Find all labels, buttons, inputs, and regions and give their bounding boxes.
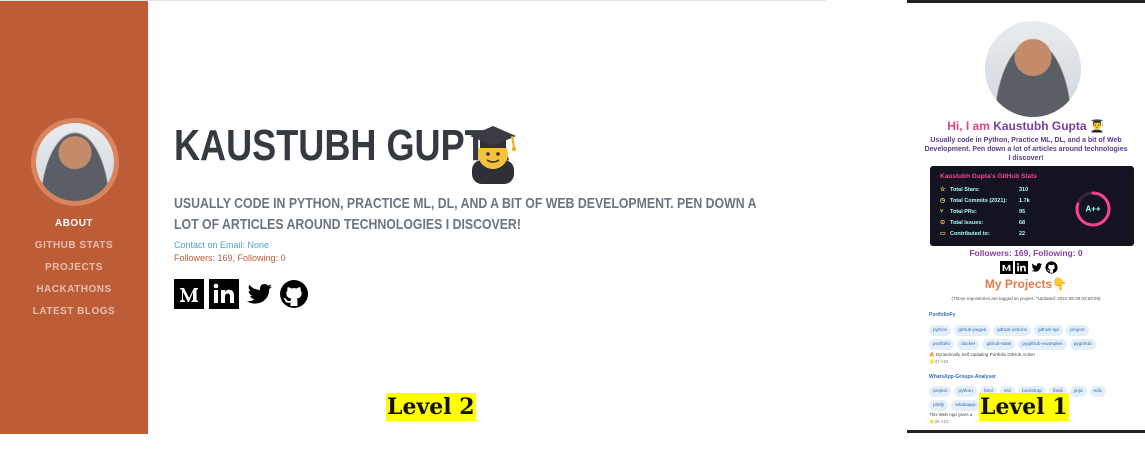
- pointing-down-icon: 👇: [1052, 277, 1068, 291]
- stat-row: ☆ Total Stars: 310: [940, 187, 1060, 196]
- followers-text: Followers: 169, Following: 0: [174, 253, 286, 263]
- medium-icon[interactable]: [174, 279, 204, 309]
- nav-latest-blogs[interactable]: Latest Blogs: [0, 305, 148, 327]
- nav-hackathons[interactable]: Hackathons: [0, 283, 148, 305]
- project-title[interactable]: PortfolioFy: [929, 312, 955, 318]
- github-icon[interactable]: [279, 279, 309, 309]
- topic-tag[interactable]: python: [929, 325, 952, 336]
- issue-icon: ⊙: [940, 220, 946, 226]
- topic-tag[interactable]: github-api: [1034, 325, 1064, 336]
- medium-icon[interactable]: [1000, 261, 1013, 274]
- stat-label: Total Stars:: [950, 187, 980, 193]
- social-links: [1000, 261, 1058, 274]
- topic-tag[interactable]: jinja: [1069, 386, 1087, 397]
- profile-avatar: [31, 118, 119, 206]
- stat-row: ▭ Contributed to: 22: [940, 231, 1060, 240]
- project-description: This Web App gives a: [929, 412, 973, 417]
- bio-lead: Usually code in Python, Practice ML, DL,…: [174, 195, 756, 233]
- linkedin-icon[interactable]: [1015, 261, 1028, 274]
- topic-tag[interactable]: eda: [1089, 386, 1106, 397]
- pr-icon: ⑂: [940, 209, 944, 215]
- clock-icon: ◷: [940, 198, 946, 204]
- topic-tag[interactable]: github-pages: [954, 325, 991, 336]
- bio-text: Usually code in Python, Practice ML, DL,…: [924, 137, 1128, 162]
- repo-icon: ▭: [940, 231, 946, 237]
- graduate-emoji-icon: 👨‍🎓: [1086, 119, 1105, 133]
- topic-tag[interactable]: project: [1066, 325, 1089, 336]
- nav-github-stats[interactable]: Github Stats: [0, 239, 148, 261]
- stat-row: ⊙ Total Issues: 68: [940, 220, 1060, 229]
- stat-label: Total Issues:: [950, 220, 984, 226]
- level1-readme-page: Hi, I am Kaustubh Gupta 👨‍🎓 Usually code…: [907, 0, 1145, 433]
- topic-tag[interactable]: pygithub: [1069, 339, 1096, 350]
- name-heading: Kaustubh Gupta: [174, 121, 511, 170]
- page-title: Kaustubh Gupta: [174, 121, 584, 171]
- projects-note: (These repositories are tagged as projec…: [951, 296, 1101, 301]
- topic-tag[interactable]: whatsapp: [951, 400, 980, 411]
- topic-tag[interactable]: project: [929, 386, 952, 397]
- star-icon: ☆: [940, 187, 946, 193]
- project-stats: ⭐25 ⑂10: [929, 419, 949, 424]
- stat-value: 95: [1019, 209, 1026, 215]
- sidebar-nav: About Github Stats Projects Hackathons L…: [0, 217, 148, 327]
- topic-tag[interactable]: github-actions: [993, 325, 1032, 336]
- topic-tag[interactable]: docker: [957, 339, 980, 350]
- graduate-emoji-icon: [470, 126, 516, 184]
- greeting-text: Hi, I am: [947, 119, 994, 133]
- profile-avatar: [985, 21, 1081, 117]
- project-tags: portfolio docker github-stats pygithub-exam…: [929, 339, 1096, 350]
- projects-heading-text: My Projects: [984, 277, 1053, 291]
- social-links: [174, 279, 309, 309]
- email-link[interactable]: Contact on Email: None: [174, 240, 269, 250]
- topic-tag[interactable]: github-stats: [982, 339, 1016, 350]
- level2-portfolio-page: About Github Stats Projects Hackathons L…: [0, 0, 826, 434]
- greeting-name: Kaustubh Gupta: [993, 119, 1087, 133]
- topic-tag[interactable]: portfolio: [929, 339, 955, 350]
- greeting-heading: Hi, I am Kaustubh Gupta 👨‍🎓: [907, 119, 1145, 133]
- twitter-icon[interactable]: [1030, 261, 1043, 274]
- github-icon[interactable]: [1045, 261, 1058, 274]
- linkedin-icon[interactable]: [209, 279, 239, 309]
- stat-value: 22: [1019, 231, 1026, 237]
- project-tags: python github-pages github-actions github-a…: [929, 325, 1089, 336]
- nav-projects[interactable]: Projects: [0, 261, 148, 283]
- stat-row: ⑂ Total PRs: 95: [940, 209, 1060, 218]
- level-1-label: Level 1: [979, 393, 1069, 421]
- nav-about[interactable]: About: [0, 217, 148, 239]
- project-tags: plotly whatsapp: [929, 400, 980, 411]
- stat-row: ◷ Total Commits (2021): 1.7k: [940, 198, 1060, 207]
- topic-tag[interactable]: python: [954, 386, 977, 397]
- projects-heading: My Projects👇: [907, 277, 1145, 291]
- stat-value: 68: [1019, 220, 1026, 226]
- stat-label: Total Commits (2021):: [950, 198, 1008, 204]
- sidebar: About Github Stats Projects Hackathons L…: [0, 1, 148, 434]
- stat-label: Total PRs:: [950, 209, 977, 215]
- stats-card-title: Kaustubh Gupta's GitHub Stats: [940, 173, 1037, 180]
- topic-tag[interactable]: pygithub-examples: [1018, 339, 1067, 350]
- stat-value: 1.7k: [1019, 198, 1030, 204]
- stat-value: 310: [1019, 187, 1029, 193]
- followers-text: Followers: 169, Following: 0: [969, 248, 1083, 258]
- rank-label: A++: [1085, 205, 1100, 214]
- project-stats: ⭐47 ⑂21: [929, 359, 949, 364]
- stat-label: Contributed to:: [950, 231, 990, 237]
- twitter-icon[interactable]: [244, 279, 274, 309]
- project-title[interactable]: WhatsApp-Groups-Analyser: [929, 374, 996, 380]
- github-stats-card: Kaustubh Gupta's GitHub Stats ☆ Total Sta…: [930, 166, 1134, 246]
- level-2-label: Level 2: [386, 393, 476, 421]
- project-description: 🔥 Dynamically Self Updating Portfolio Gi…: [929, 352, 1035, 357]
- topic-tag[interactable]: plotly: [929, 400, 949, 411]
- rank-ring: A++: [1075, 191, 1111, 227]
